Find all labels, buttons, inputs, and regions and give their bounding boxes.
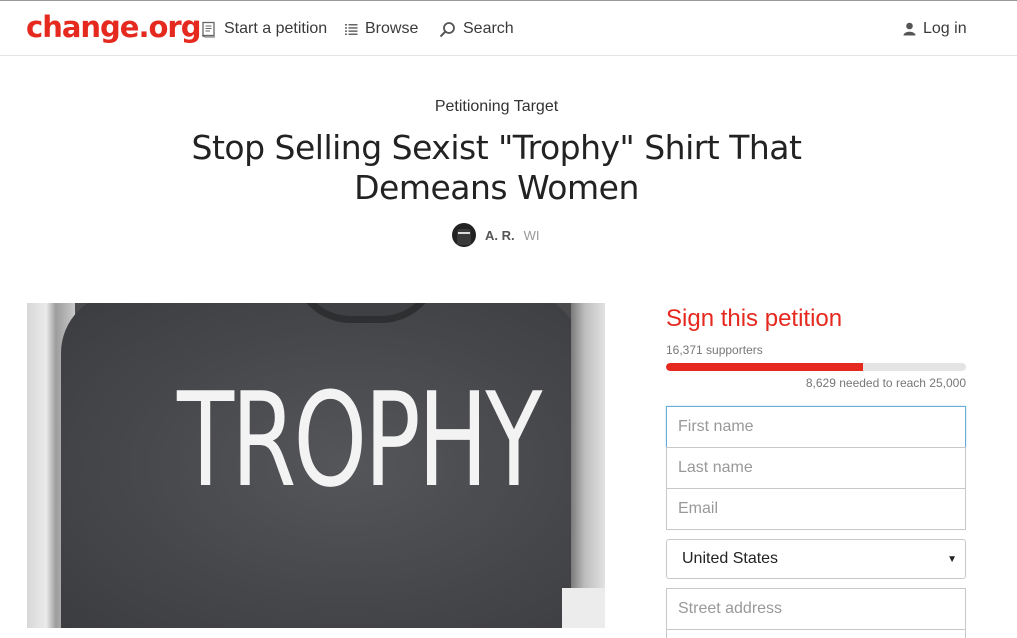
user-icon	[903, 22, 916, 36]
search-label: Search	[463, 20, 514, 37]
petition-target: Petitioning Target	[434, 98, 559, 115]
next-form-field[interactable]	[666, 629, 966, 638]
signatures-needed: 8,629 needed to reach 25,000	[805, 376, 966, 390]
shirt-print-text: TROPHY	[177, 364, 542, 516]
petition-icon	[201, 21, 215, 37]
login-link[interactable]: Log in	[903, 20, 967, 38]
shirt-collar	[291, 303, 441, 323]
signature-progress-bar	[666, 363, 966, 371]
browse-link[interactable]: Browse	[345, 20, 418, 38]
search-link[interactable]: Search	[439, 20, 514, 38]
petition-title: Stop Selling Sexist "Trophy" Shirt That …	[191, 128, 802, 207]
search-icon	[439, 21, 455, 37]
sign-petition-heading: Sign this petition	[666, 305, 843, 332]
country-select[interactable]: United States ▼	[666, 539, 966, 579]
start-petition-label: Start a petition	[224, 20, 328, 37]
site-header: change.org Start a petition Browse Searc…	[0, 1, 1017, 56]
email-field[interactable]	[666, 488, 966, 530]
login-label: Log in	[923, 20, 967, 37]
clothing-rack-right	[571, 303, 605, 628]
price-tag	[562, 588, 605, 628]
supporters-count: 16,371 supporters	[666, 343, 763, 357]
first-name-field[interactable]	[666, 406, 966, 448]
list-icon	[345, 24, 358, 35]
author-avatar[interactable]	[452, 223, 476, 247]
author-name[interactable]: A. R.	[485, 228, 515, 243]
author-location: WI	[523, 227, 540, 243]
change-org-logo[interactable]: change.org	[26, 10, 201, 44]
street-address-field[interactable]	[666, 588, 966, 630]
petition-image: TROPHY	[27, 303, 605, 628]
start-petition-link[interactable]: Start a petition	[201, 20, 327, 38]
petition-author: A. R. WI	[452, 223, 540, 247]
browse-label: Browse	[365, 20, 419, 37]
country-select-value: United States	[682, 550, 779, 567]
dropdown-caret-icon: ▼	[947, 553, 957, 565]
signature-progress-fill	[666, 363, 863, 371]
last-name-field[interactable]	[666, 447, 966, 489]
